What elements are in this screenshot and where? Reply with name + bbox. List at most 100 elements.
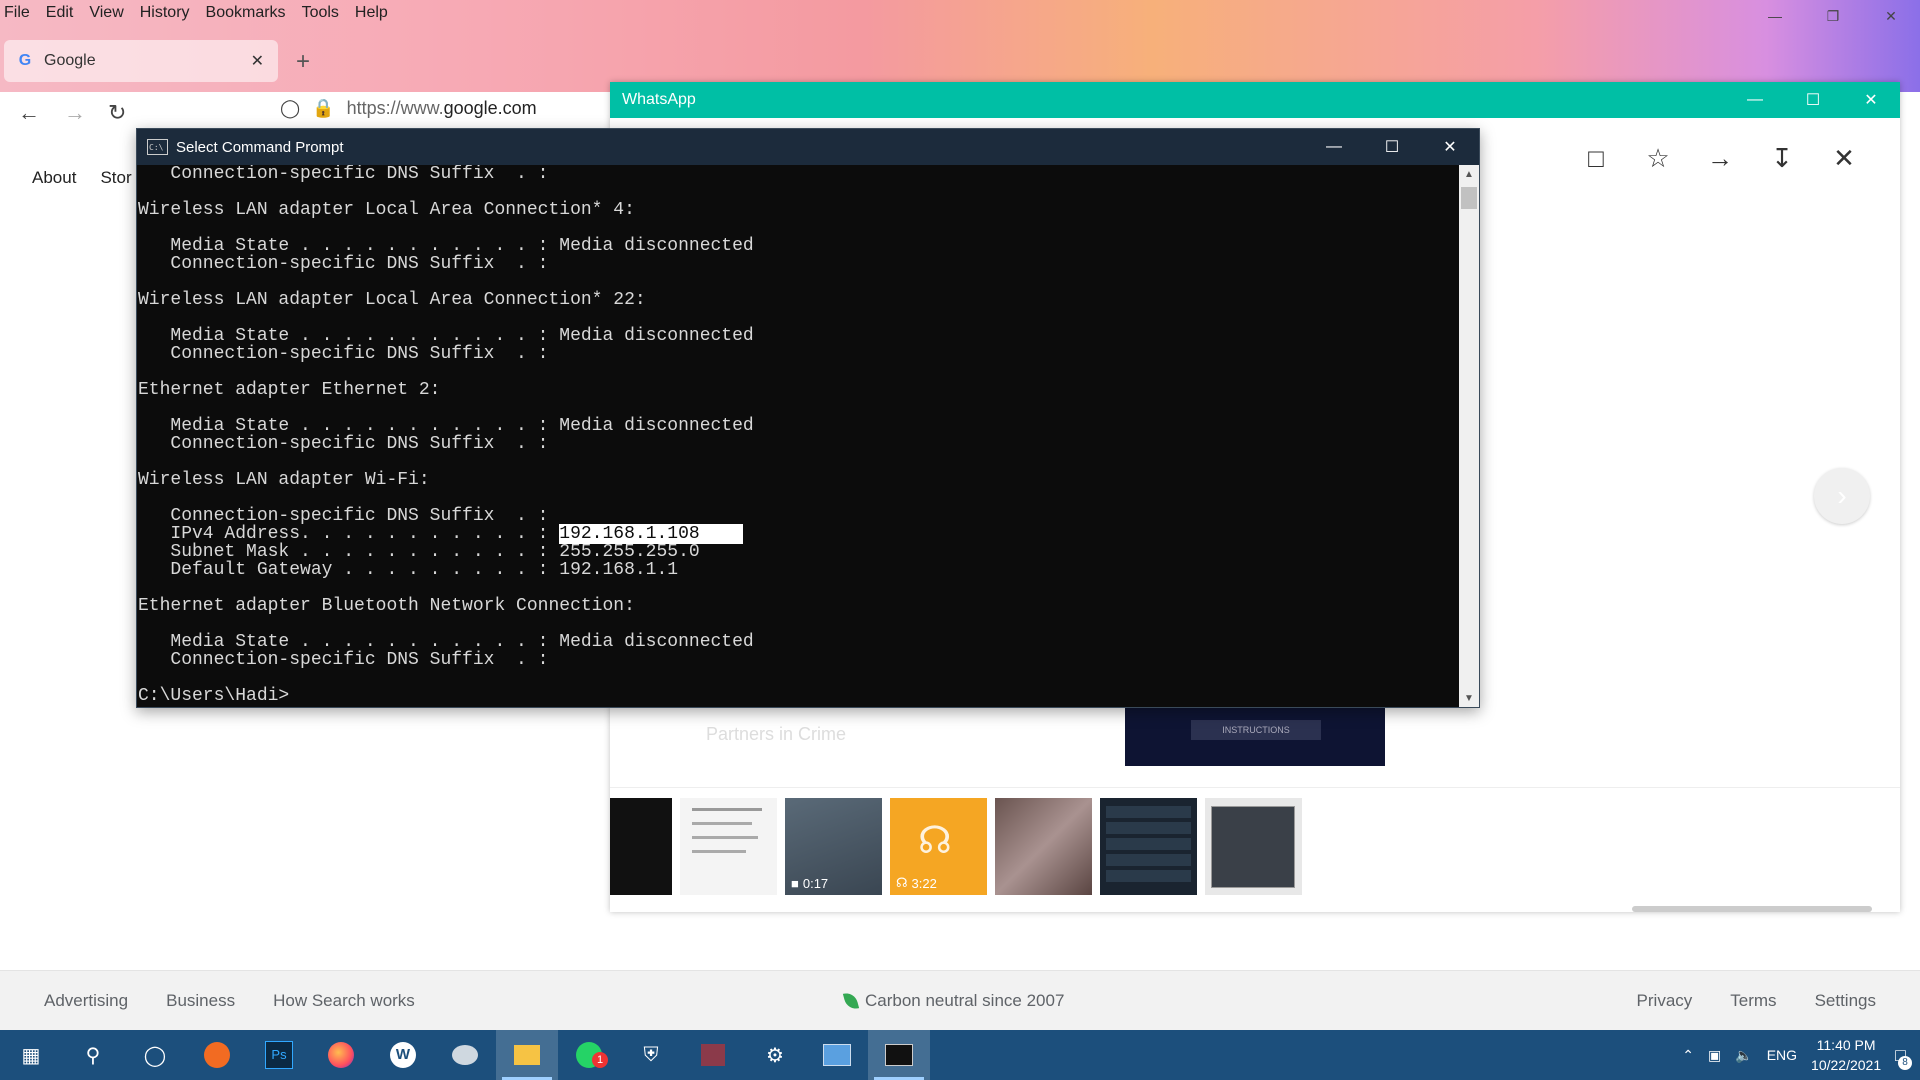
media-viewer-toolbar: □ ☆ → ↧ ✕ xyxy=(1580,142,1860,174)
scroll-down-icon[interactable]: ▼ xyxy=(1459,689,1479,707)
settings-link[interactable]: Settings xyxy=(1815,991,1876,1011)
cmd-line: Subnet Mask . . . . . . . . . . . : 255.… xyxy=(170,542,700,562)
next-media-button[interactable]: › xyxy=(1814,468,1870,524)
headphones-small-icon: ☊ xyxy=(896,875,908,890)
whatsapp-icon[interactable]: 1 xyxy=(558,1030,620,1080)
app-compass-icon[interactable] xyxy=(186,1030,248,1080)
cmd-scrollbar[interactable]: ▲ ▼ xyxy=(1459,165,1479,707)
advertising-link[interactable]: Advertising xyxy=(44,991,128,1011)
chevron-up-icon[interactable]: ⌃ xyxy=(1682,1047,1694,1064)
forward-icon[interactable]: → xyxy=(1704,142,1736,174)
menu-history[interactable]: History xyxy=(132,0,198,24)
restore-button[interactable]: ❐ xyxy=(1804,0,1862,32)
cmd-scroll-thumb[interactable] xyxy=(1461,187,1477,209)
whatsapp-minimize-button[interactable]: — xyxy=(1726,82,1784,118)
url-bar[interactable]: ◯ 🔒 https://www.google.com xyxy=(280,98,537,119)
network-icon[interactable]: ▣ xyxy=(1708,1047,1721,1064)
minimize-button[interactable]: — xyxy=(1746,0,1804,32)
menu-file[interactable]: File xyxy=(0,0,38,24)
cmd-line: Ethernet adapter Ethernet 2: xyxy=(138,380,441,400)
thumbnail-dark[interactable] xyxy=(610,798,672,895)
menu-help[interactable]: Help xyxy=(347,0,396,24)
photoshop-icon[interactable]: Ps xyxy=(248,1030,310,1080)
search-icon[interactable]: ⚲ xyxy=(62,1030,124,1080)
google-favicon-icon: G xyxy=(18,52,32,69)
scroll-up-icon[interactable]: ▲ xyxy=(1459,165,1479,183)
word-app-icon[interactable]: W xyxy=(372,1030,434,1080)
menu-view[interactable]: View xyxy=(81,0,131,24)
paint-icon[interactable] xyxy=(434,1030,496,1080)
whatsapp-maximize-button[interactable]: ☐ xyxy=(1784,82,1842,118)
new-tab-icon[interactable]: + xyxy=(296,48,310,76)
file-explorer-icon[interactable] xyxy=(496,1030,558,1080)
thumbnail-photo[interactable] xyxy=(995,798,1092,895)
cmd-minimize-button[interactable]: — xyxy=(1305,129,1363,165)
thumbnail-audio[interactable]: ☊ ☊ 3:22 xyxy=(890,798,987,895)
store-link[interactable]: Stor xyxy=(100,168,131,188)
security-shield-icon[interactable]: ⛨ xyxy=(620,1030,682,1080)
preview-label: INSTRUCTIONS xyxy=(1191,720,1321,740)
menu-bookmarks[interactable]: Bookmarks xyxy=(198,0,294,24)
thumb-separator xyxy=(610,787,1900,788)
control-panel-icon[interactable] xyxy=(806,1030,868,1080)
privacy-link[interactable]: Privacy xyxy=(1637,991,1693,1011)
star-icon[interactable]: ☆ xyxy=(1642,142,1674,174)
notification-icon[interactable]: □ 8 xyxy=(1895,1045,1912,1070)
thumbnail-scrollbar[interactable] xyxy=(1632,906,1872,912)
whatsapp-title: WhatsApp xyxy=(622,91,696,108)
windows-start-icon[interactable]: ▦ xyxy=(0,1030,62,1080)
download-icon[interactable]: ↧ xyxy=(1766,142,1798,174)
back-arrow-icon[interactable]: ← xyxy=(18,100,40,126)
cmd-line: Media State . . . . . . . . . . . : Medi… xyxy=(170,326,754,346)
ipv4-selected-value: 192.168.1.108 xyxy=(559,524,743,544)
thumbnail-video[interactable]: ■ 0:17 xyxy=(785,798,882,895)
shield-icon[interactable]: ◯ xyxy=(280,98,300,119)
lock-icon[interactable]: 🔒 xyxy=(312,98,334,119)
how-search-works-link[interactable]: How Search works xyxy=(273,991,415,1011)
command-prompt-taskbar-icon[interactable] xyxy=(868,1030,930,1080)
cmd-line: Ethernet adapter Bluetooth Network Conne… xyxy=(138,596,635,616)
cmd-line: Connection-specific DNS Suffix . : xyxy=(170,254,549,274)
taskbar: ▦ ⚲ ◯ Ps W 1 ⛨ ⚙ ⌃ ▣ 🔈 ENG 11:40 PM 10/2… xyxy=(0,1030,1920,1080)
thumbnail-screenshot[interactable] xyxy=(1205,798,1302,895)
business-link[interactable]: Business xyxy=(166,991,235,1011)
cmd-title-bar: C:\ Select Command Prompt — ☐ ✕ xyxy=(137,129,1479,165)
cmd-line: Connection-specific DNS Suffix . : xyxy=(170,506,549,526)
reload-icon[interactable]: ↻ xyxy=(108,100,126,126)
menu-tools[interactable]: Tools xyxy=(294,0,347,24)
volume-icon[interactable]: 🔈 xyxy=(1735,1047,1752,1064)
faded-chat-name: Partners in Crime xyxy=(706,724,847,744)
cortana-icon[interactable]: ◯ xyxy=(124,1030,186,1080)
close-button[interactable]: ✕ xyxy=(1862,0,1920,32)
video-camera-icon: ■ xyxy=(791,876,799,891)
firefox-icon[interactable] xyxy=(310,1030,372,1080)
thumbnail-document[interactable] xyxy=(680,798,777,895)
ipv4-line: IPv4 Address. . . . . . . . . . . : 192.… xyxy=(138,524,743,544)
close-viewer-icon[interactable]: ✕ xyxy=(1828,142,1860,174)
about-link[interactable]: About xyxy=(32,168,76,188)
carbon-neutral-link[interactable]: Carbon neutral since 2007 xyxy=(842,990,1064,1012)
settings-gear-icon[interactable]: ⚙ xyxy=(744,1030,806,1080)
terms-link[interactable]: Terms xyxy=(1730,991,1776,1011)
cmd-line: Media State . . . . . . . . . . . : Medi… xyxy=(170,416,754,436)
browser-window-controls: — ❐ ✕ xyxy=(1746,0,1920,32)
go-to-message-icon[interactable]: □ xyxy=(1580,142,1612,174)
forward-arrow-icon[interactable]: → xyxy=(64,100,86,126)
leaf-icon xyxy=(842,990,860,1012)
cmd-line: C:\Users\Hadi> xyxy=(138,686,290,706)
menu-bar: File Edit View History Bookmarks Tools H… xyxy=(0,0,396,24)
cmd-close-button[interactable]: ✕ xyxy=(1421,129,1479,165)
clock[interactable]: 11:40 PM 10/22/2021 xyxy=(1811,1035,1881,1075)
cmd-output[interactable]: Connection-specific DNS Suffix . : Wirel… xyxy=(137,165,1457,707)
cmd-line: Default Gateway . . . . . . . . . : 192.… xyxy=(170,560,679,580)
thumbnail-checklist[interactable] xyxy=(1100,798,1197,895)
winrar-icon[interactable] xyxy=(682,1030,744,1080)
video-duration: 0:17 xyxy=(802,876,829,891)
browser-tab[interactable]: G Google ✕ xyxy=(4,40,278,82)
tab-close-icon[interactable]: ✕ xyxy=(251,51,264,71)
menu-edit[interactable]: Edit xyxy=(38,0,82,24)
whatsapp-close-button[interactable]: ✕ xyxy=(1842,82,1900,118)
notification-count: 8 xyxy=(1898,1055,1912,1070)
cmd-maximize-button[interactable]: ☐ xyxy=(1363,129,1421,165)
language-indicator[interactable]: ENG xyxy=(1767,1047,1797,1063)
